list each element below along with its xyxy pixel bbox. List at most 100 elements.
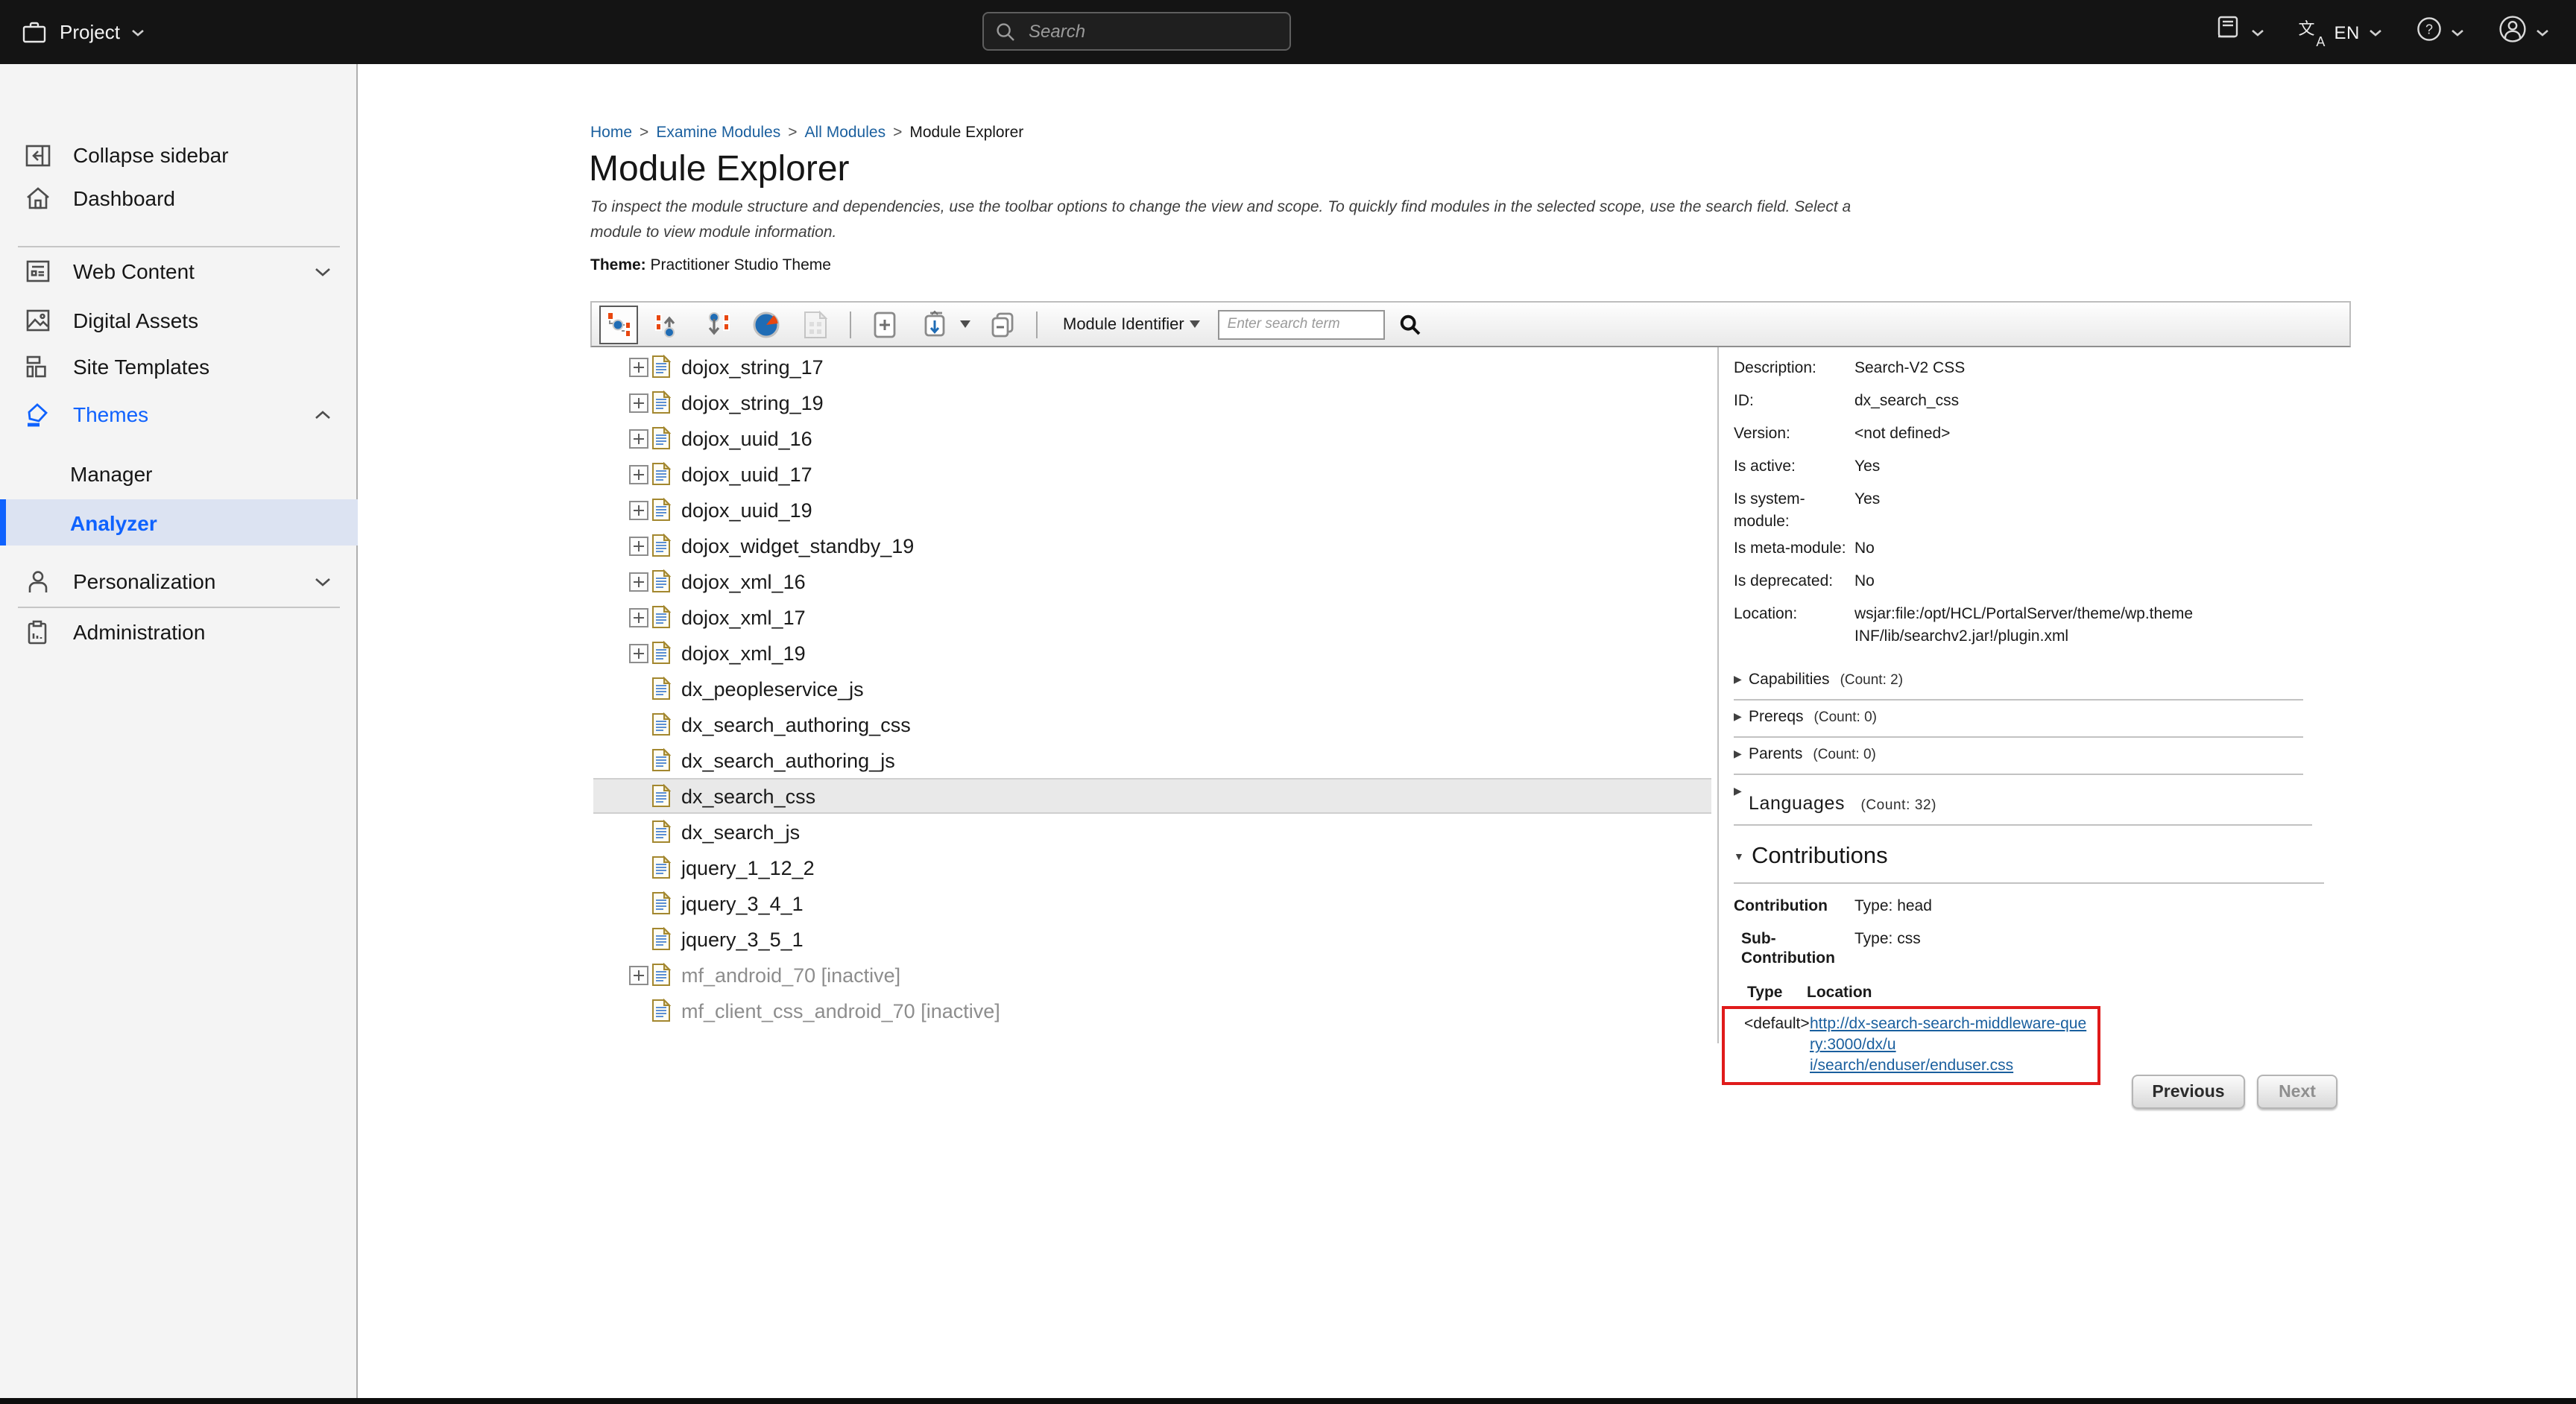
- tree-item[interactable]: dx_search_authoring_js: [593, 742, 1711, 778]
- sidebar-item-label: Manager: [70, 462, 153, 486]
- expand-toggle-icon[interactable]: [629, 643, 648, 663]
- sidebar-item-manager[interactable]: Manager: [0, 452, 358, 496]
- tree-item-label: mf_client_css_android_70 [inactive]: [681, 999, 1000, 1022]
- detail-value: No: [1854, 538, 2351, 566]
- tree-item[interactable]: jquery_1_12_2: [593, 850, 1711, 885]
- document-icon: [651, 390, 671, 414]
- global-search-input[interactable]: [1026, 19, 1278, 43]
- expand-toggle-icon[interactable]: [629, 536, 648, 555]
- expand-all-caret-icon[interactable]: [960, 320, 970, 328]
- highlighted-contribution-row: <default> http://dx-search-search-middle…: [1722, 1006, 2100, 1085]
- tree-item[interactable]: dojox_string_19: [593, 385, 1711, 420]
- breadcrumb-link-home[interactable]: Home: [590, 124, 632, 142]
- module-identifier-caret-icon[interactable]: [1190, 320, 1201, 328]
- detail-label: Version:: [1734, 423, 1854, 452]
- tree-item[interactable]: dx_search_authoring_css: [593, 706, 1711, 742]
- show-parents-button[interactable]: [648, 305, 687, 344]
- section-languages[interactable]: ▶ Languages (Count: 32): [1734, 775, 2351, 818]
- account-menu[interactable]: [2498, 14, 2549, 50]
- tree-item[interactable]: dx_search_js: [593, 814, 1711, 850]
- person-icon: [24, 568, 51, 595]
- expand-toggle-icon[interactable]: [629, 429, 648, 448]
- expand-toggle-icon[interactable]: [629, 965, 648, 984]
- breadcrumb-link-examine-modules[interactable]: Examine Modules: [656, 124, 780, 142]
- global-search[interactable]: [982, 12, 1291, 51]
- contribution-row-type: <default>: [1744, 1014, 1810, 1076]
- sidebar-item-web-content[interactable]: Web Content: [0, 249, 358, 294]
- sidebar-item-dashboard[interactable]: Dashboard: [0, 176, 358, 221]
- section-count: (Count: 0): [1814, 709, 1878, 726]
- collapse-sidebar-button[interactable]: Collapse sidebar: [0, 133, 358, 177]
- report-view-button: [796, 305, 835, 344]
- module-toolbar: Module Identifier: [590, 301, 2351, 347]
- section-capabilities[interactable]: ▶Capabilities(Count: 2): [1734, 663, 2351, 693]
- tree-item[interactable]: dojox_widget_standby_19: [593, 528, 1711, 563]
- project-switcher[interactable]: Project: [21, 0, 145, 64]
- tree-item[interactable]: jquery_3_5_1: [593, 921, 1711, 957]
- tree-item-label: jquery_3_5_1: [681, 928, 804, 950]
- breadcrumb-link-all-modules[interactable]: All Modules: [805, 124, 886, 142]
- tree-view-button[interactable]: [599, 305, 638, 344]
- sidebar-item-administration[interactable]: Administration: [0, 610, 358, 654]
- contribution-location-link[interactable]: http://dx-search-search-middleware-query…: [1810, 1014, 2092, 1076]
- tree-item[interactable]: dojox_uuid_19: [593, 492, 1711, 528]
- module-search-button[interactable]: [1401, 314, 1421, 335]
- expand-toggle-icon[interactable]: [629, 357, 648, 376]
- expand-toggle-icon[interactable]: [629, 464, 648, 484]
- sidebar-item-themes[interactable]: Themes: [0, 392, 358, 437]
- expand-toggle-icon[interactable]: [629, 393, 648, 412]
- next-button[interactable]: Next: [2257, 1075, 2337, 1109]
- sidebar-item-site-templates[interactable]: Site Templates: [0, 344, 358, 389]
- detail-row: Is active:Yes: [1734, 452, 2351, 484]
- language-menu[interactable]: 文A EN: [2298, 19, 2382, 45]
- sidebar-item-label: Personalization: [73, 569, 215, 593]
- tree-item-label: dx_search_authoring_css: [681, 713, 911, 736]
- tree-item[interactable]: dojox_uuid_16: [593, 420, 1711, 456]
- collapsed-triangle-icon: ▶: [1734, 748, 1742, 760]
- previous-button[interactable]: Previous: [2132, 1075, 2245, 1109]
- expand-toggle-icon[interactable]: [629, 572, 648, 591]
- expand-toggle-icon[interactable]: [629, 607, 648, 627]
- apps-menu[interactable]: [2214, 15, 2264, 49]
- tree-item-label: dx_search_js: [681, 820, 800, 843]
- tree-item[interactable]: mf_android_70 [inactive]: [593, 957, 1711, 993]
- toolbar-separator: [850, 311, 851, 338]
- tree-item[interactable]: dojox_uuid_17: [593, 456, 1711, 492]
- section-prereqs[interactable]: ▶Prereqs(Count: 0): [1734, 701, 2351, 730]
- document-icon: [651, 856, 671, 879]
- sidebar-divider: [18, 607, 340, 608]
- tree-item[interactable]: dojox_xml_19: [593, 635, 1711, 671]
- expand-button[interactable]: [865, 305, 903, 344]
- window-bottom-edge: [0, 1398, 2576, 1404]
- section-contributions[interactable]: ▼ Contributions: [1734, 826, 2351, 876]
- tree-item[interactable]: dojox_xml_17: [593, 599, 1711, 635]
- tree-item[interactable]: dx_search_css: [593, 778, 1711, 814]
- expand-toggle-icon[interactable]: [629, 500, 648, 519]
- sidebar-item-personalization[interactable]: Personalization: [0, 559, 358, 604]
- contribution-type: Type: head: [1854, 897, 1932, 917]
- help-menu[interactable]: ?: [2416, 16, 2464, 48]
- sidebar-item-analyzer[interactable]: Analyzer: [0, 499, 358, 546]
- document-icon: [651, 605, 671, 629]
- tree-item[interactable]: dojox_xml_16: [593, 563, 1711, 599]
- top-bar: Project 文A EN ?: [0, 0, 2576, 64]
- section-parents[interactable]: ▶Parents(Count: 0): [1734, 738, 2351, 768]
- document-icon: [651, 498, 671, 522]
- expand-all-button[interactable]: [914, 305, 953, 344]
- help-icon: ?: [2416, 16, 2442, 48]
- tree-item[interactable]: jquery_3_4_1: [593, 885, 1711, 921]
- detail-label: Is meta-module:: [1734, 538, 1854, 566]
- sidebar-item-label: Themes: [73, 402, 148, 426]
- tree-item[interactable]: dx_peopleservice_js: [593, 671, 1711, 706]
- tree-item[interactable]: dojox_string_17: [593, 349, 1711, 385]
- sidebar-item-digital-assets[interactable]: Digital Assets: [0, 298, 358, 343]
- module-search-input[interactable]: [1219, 309, 1386, 339]
- detail-value: No: [1854, 571, 2351, 599]
- detail-row: Is deprecated:No: [1734, 566, 2351, 599]
- collapse-all-button[interactable]: [982, 305, 1021, 344]
- pie-chart-view-button[interactable]: [747, 305, 786, 344]
- tree-item[interactable]: mf_client_css_android_70 [inactive]: [593, 993, 1711, 1028]
- pie-chart-icon: [751, 309, 781, 339]
- module-identifier-dropdown[interactable]: Module Identifier: [1063, 315, 1184, 333]
- show-children-button[interactable]: [698, 305, 736, 344]
